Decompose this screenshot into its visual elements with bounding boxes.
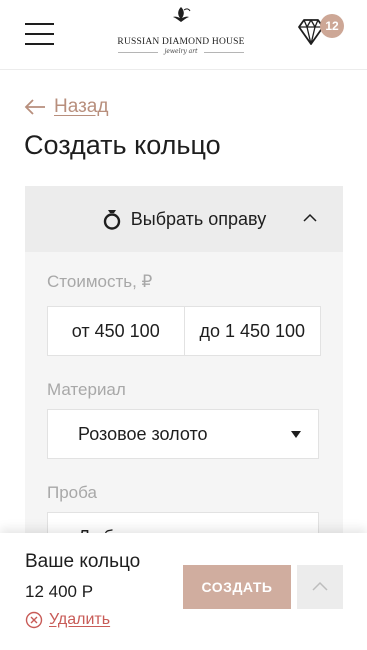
price-to-input[interactable]: до 1 450 100	[183, 307, 321, 355]
cart-button[interactable]: 12	[296, 14, 348, 48]
summary-title: Ваше кольцо	[25, 551, 141, 572]
back-link-label: Назад	[54, 96, 109, 117]
create-button[interactable]: СОЗДАТЬ	[183, 565, 291, 609]
menu-line	[25, 43, 54, 45]
price-from-input[interactable]: от 450 100	[48, 307, 184, 355]
header: RUSSIAN DIAMOND HOUSE jewelry art 12	[0, 0, 367, 70]
menu-line	[25, 33, 54, 35]
chevron-up-icon	[312, 581, 328, 591]
setting-panel-toggle[interactable]: Выбрать оправу	[25, 186, 343, 252]
material-select[interactable]: Розовое золото	[47, 409, 319, 459]
ring-icon	[103, 210, 120, 230]
summary-bar: Ваше кольцо 12 400 Р Удалить СОЗДАТЬ	[0, 533, 367, 650]
scroll-up-button[interactable]	[297, 565, 343, 609]
menu-icon[interactable]	[25, 22, 54, 46]
remove-link[interactable]: Удалить	[25, 611, 110, 629]
remove-link-label: Удалить	[49, 611, 111, 628]
cart-count-badge: 12	[320, 14, 344, 38]
menu-line	[25, 23, 54, 25]
close-circle-icon	[25, 611, 43, 629]
back-link[interactable]: Назад	[24, 96, 108, 118]
material-label: Материал	[47, 380, 126, 399]
chevron-up-icon	[303, 213, 317, 222]
logo-divider	[204, 52, 244, 53]
page-title: Создать кольцо	[24, 130, 221, 160]
probe-label: Проба	[47, 483, 97, 502]
caret-down-icon	[291, 431, 301, 438]
setting-panel-heading: Выбрать оправу	[130, 208, 267, 229]
setting-panel: Выбрать оправу Стоимость, ₽ от 450 100 д…	[25, 186, 343, 566]
summary-price: 12 400 Р	[25, 582, 94, 601]
price-range: от 450 100 до 1 450 100	[47, 306, 321, 356]
price-label: Стоимость, ₽	[47, 272, 153, 291]
arrow-left-icon	[24, 99, 45, 115]
brand-logo[interactable]: RUSSIAN DIAMOND HOUSE jewelry art	[100, 4, 262, 64]
logo-flower-icon	[173, 7, 191, 22]
logo-wordmark: RUSSIAN DIAMOND HOUSE	[117, 37, 245, 47]
material-select-value: Розовое золото	[78, 424, 208, 444]
